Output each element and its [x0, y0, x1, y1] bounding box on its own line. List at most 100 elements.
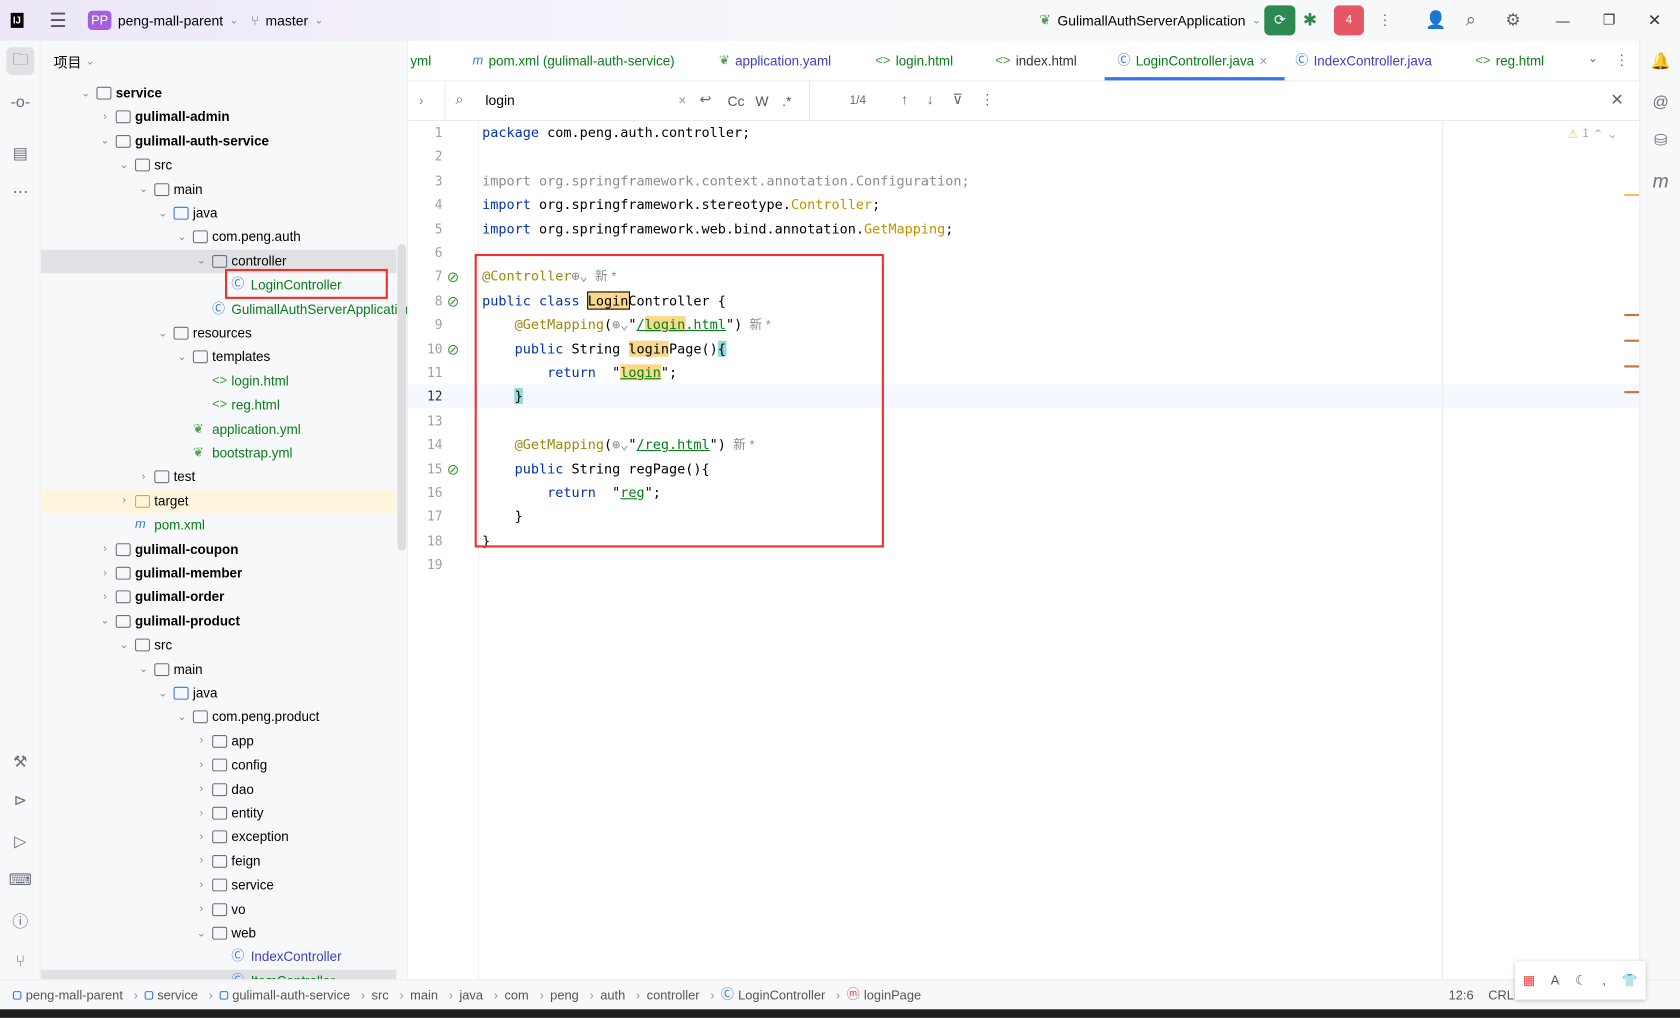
code-editor[interactable]: 1 package com.peng.auth.controller; 2 3 impo…	[408, 121, 1640, 980]
minimize-button[interactable]: —	[1556, 0, 1570, 41]
chevron-down-icon[interactable]: ⌄	[79, 87, 92, 99]
endpoint-icon[interactable]: ⊘	[447, 340, 460, 358]
inspection-widget[interactable]: ⚠ 1 ⌃ ⌄	[1568, 128, 1618, 142]
tree-item[interactable]: › entity	[41, 801, 397, 825]
filter-icon[interactable]: ⊽	[953, 91, 963, 108]
tree-item[interactable]: › service	[41, 873, 397, 897]
tree-item[interactable]: <> login.html	[41, 369, 397, 393]
services-icon[interactable]: ⊳	[6, 786, 34, 814]
tree-item[interactable]: ⌄ service	[41, 81, 397, 105]
close-find-icon[interactable]: ✕	[1610, 90, 1623, 109]
chevron-down-icon[interactable]: ⌄	[156, 687, 169, 699]
tree-item[interactable]: › exception	[41, 825, 397, 849]
chevron-right-icon[interactable]: ›	[99, 567, 112, 579]
gear-icon[interactable]: ⚙	[1505, 0, 1520, 41]
tree-item[interactable]: › app	[41, 729, 397, 753]
tab-login-html[interactable]: <> login.html	[875, 41, 953, 81]
chevron-down-icon[interactable]: ⌄	[195, 927, 208, 939]
project-selector[interactable]: PP peng-mall-parent ⌄	[87, 0, 239, 41]
more-icon[interactable]: ⋮	[1378, 0, 1392, 41]
tree-scrollbar[interactable]	[397, 244, 407, 551]
previous-match-icon[interactable]: ↑	[901, 91, 908, 107]
tree-item[interactable]: ⌄ com.peng.product	[41, 705, 397, 729]
tree-item[interactable]: ⌄ main	[41, 657, 397, 681]
chevron-down-icon[interactable]: ⌄	[118, 159, 131, 171]
tree-item[interactable]: ⌄ gulimall-product	[41, 609, 397, 633]
tree-item[interactable]: › dao	[41, 777, 397, 801]
chevron-down-icon[interactable]: ⌄	[99, 615, 112, 627]
breadcrumb-item[interactable]: java ›	[459, 988, 498, 1003]
ai-assistant-icon[interactable]: @	[1647, 88, 1675, 116]
tree-item[interactable]: ⌄ web	[41, 921, 397, 945]
chevron-right-icon[interactable]: ›	[118, 495, 131, 507]
chevron-right-icon[interactable]: ›	[137, 471, 150, 483]
tree-item[interactable]: ⌄ resources	[41, 321, 397, 345]
rerun-button[interactable]: ⟳	[1264, 5, 1296, 36]
tab-reg-html[interactable]: <> reg.html	[1475, 41, 1544, 81]
search-icon[interactable]: ⌕	[1466, 0, 1476, 41]
chevron-right-icon[interactable]: ›	[195, 807, 208, 819]
tree-item[interactable]: ⒸItemController	[40, 969, 397, 980]
tree-item[interactable]: › gulimall-coupon	[41, 537, 397, 561]
tree-item[interactable]: › feign	[41, 849, 397, 873]
tree-item[interactable]: ⌄ java	[41, 681, 397, 705]
tabs-more-icon[interactable]: ⋮	[1615, 51, 1629, 68]
chevron-up-icon[interactable]: ⌃	[1593, 128, 1603, 142]
clear-icon[interactable]: ×	[678, 92, 686, 108]
match-case-toggle[interactable]: Cc	[728, 93, 745, 109]
tree-item[interactable]: Ⓒ IndexController	[41, 945, 397, 969]
tree-item[interactable]: ⌄ com.peng.auth	[41, 225, 397, 249]
chevron-right-icon[interactable]: ›	[195, 879, 208, 891]
breadcrumb-item[interactable]: auth ›	[600, 988, 640, 1003]
tree-item[interactable]: m pom.xml	[41, 513, 397, 537]
words-toggle[interactable]: W	[755, 93, 768, 109]
tabs-dropdown-icon[interactable]: ⌄	[1588, 51, 1598, 66]
tree-item[interactable]: ❦ bootstrap.yml	[41, 441, 397, 465]
expand-replace-icon[interactable]: ›	[419, 92, 424, 108]
breadcrumb-item[interactable]: peng-mall-parent ›	[12, 988, 138, 1003]
tab-index-html[interactable]: <> index.html	[995, 41, 1076, 81]
breadcrumb-item[interactable]: gulimall-auth-service ›	[219, 988, 365, 1003]
debug-button[interactable]: ✱	[1303, 0, 1317, 41]
problems-icon[interactable]: ⓘ	[6, 906, 34, 934]
project-tool-icon[interactable]: 🗀	[6, 47, 35, 76]
newline-icon[interactable]: ↩	[700, 91, 712, 108]
tree-item[interactable]: <> reg.html	[41, 393, 397, 417]
breadcrumb-item[interactable]: controller ›	[647, 988, 715, 1003]
regex-toggle[interactable]: .*	[782, 93, 791, 109]
stop-button[interactable]: 4	[1333, 5, 1364, 36]
main-menu-icon[interactable]: ☰	[49, 0, 66, 41]
chevron-down-icon[interactable]: ⌄	[156, 207, 169, 219]
breadcrumb-item[interactable]: service ›	[144, 988, 213, 1003]
tab-logincontroller-java[interactable]: Ⓒ LoginController.java ×	[1104, 41, 1285, 81]
tree-item[interactable]: ⌄ gulimall-auth-service	[41, 129, 397, 153]
tree-item[interactable]: ⌄ src	[41, 153, 397, 177]
run-config-selector[interactable]: ❦ GulimallAuthServerApplication ⌄	[1039, 0, 1261, 41]
tree-item[interactable]: › test	[41, 465, 397, 489]
run-icon[interactable]: ▷	[6, 827, 34, 855]
close-tab-icon[interactable]: ×	[1259, 53, 1267, 68]
branch-selector[interactable]: ⑂ master ⌄	[251, 0, 324, 41]
bean-icon[interactable]: ⊘	[447, 292, 460, 310]
terminal-icon[interactable]: ⌨	[6, 866, 34, 894]
tree-item[interactable]: Ⓒ GulimallAuthServerApplication	[41, 297, 407, 321]
tree-item[interactable]: › vo	[41, 897, 397, 921]
chevron-right-icon[interactable]: ›	[195, 735, 208, 747]
tab-application-yaml[interactable]: ❦ application.yaml	[719, 41, 831, 81]
tab-pom-xml[interactable]: m pom.xml (gulimall-auth-service)	[473, 41, 675, 81]
tab-indexcontroller-java[interactable]: Ⓒ IndexController.java	[1295, 41, 1432, 81]
project-panel-title[interactable]: 项目 ⌄	[54, 51, 95, 71]
restore-button[interactable]: ❐	[1603, 0, 1615, 41]
tree-item[interactable]: ⌄ src	[41, 633, 397, 657]
breadcrumb-item[interactable]: com ›	[504, 988, 543, 1003]
tree-item[interactable]: ⌄ java	[41, 201, 397, 225]
tree-item[interactable]: › gulimall-admin	[41, 105, 397, 129]
tree-item[interactable]: ⌄ templates	[41, 345, 397, 369]
breadcrumb-item[interactable]: ⓜ loginPage	[847, 988, 921, 1003]
breadcrumb-item[interactable]: peng ›	[550, 988, 594, 1003]
tree-item[interactable]: ❦ application.yml	[41, 417, 397, 441]
build-icon[interactable]: ⚒	[6, 748, 34, 776]
breadcrumb-item[interactable]: main ›	[410, 988, 453, 1003]
next-match-icon[interactable]: ↓	[927, 91, 934, 107]
tree-item[interactable]: › target	[40, 489, 397, 513]
